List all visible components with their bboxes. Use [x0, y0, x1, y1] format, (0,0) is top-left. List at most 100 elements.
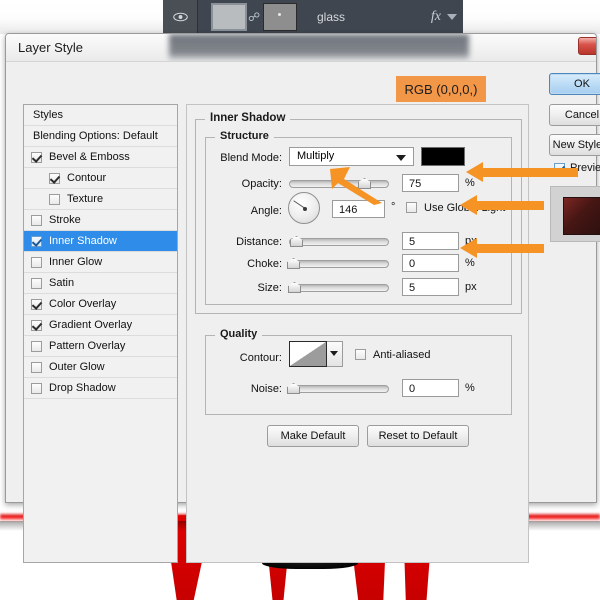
angle-dial[interactable]	[288, 192, 320, 224]
arrow-shaft	[476, 244, 544, 253]
size-label: Size:	[197, 282, 282, 294]
sidebar-item-contour[interactable]: Contour	[24, 168, 177, 189]
styles-list-empty-space	[24, 399, 177, 420]
choke-field[interactable]: 0	[402, 254, 459, 272]
choke-slider[interactable]	[289, 260, 389, 268]
sidebar-item-color-overlay[interactable]: Color Overlay	[24, 294, 177, 315]
checkbox-outer-glow[interactable]	[31, 362, 42, 373]
layer-visibility-toggle[interactable]	[163, 0, 198, 34]
arrow-head	[466, 162, 483, 182]
shadow-color-swatch[interactable]	[421, 147, 465, 166]
sidebar-item-bevel-emboss[interactable]: Bevel & Emboss	[24, 147, 177, 168]
checkbox-stroke[interactable]	[31, 215, 42, 226]
sidebar-item-label: Inner Glow	[49, 256, 102, 268]
quality-group-title: Quality	[215, 328, 262, 340]
canvas-top-right-area	[463, 0, 600, 34]
style-preview-box	[550, 186, 600, 242]
quality-group	[205, 335, 512, 415]
dialog-body: Styles Blending Options: Default Bevel &…	[6, 62, 596, 503]
contour-preset-preview[interactable]	[289, 341, 327, 367]
checkbox-drop-shadow[interactable]	[31, 383, 42, 394]
arrow-shaft	[482, 168, 578, 177]
structure-subgroup-title: Structure	[215, 130, 274, 142]
noise-field[interactable]: 0	[402, 379, 459, 397]
close-icon[interactable]	[578, 37, 596, 55]
make-default-button[interactable]: Make Default	[267, 425, 359, 447]
sidebar-item-satin[interactable]: Satin	[24, 273, 177, 294]
checkbox-pattern-overlay[interactable]	[31, 341, 42, 352]
sidebar-item-stroke[interactable]: Stroke	[24, 210, 177, 231]
rgb-annotation-badge: RGB (0,0,0,)	[396, 76, 486, 102]
layer-thumbnail[interactable]	[211, 3, 247, 31]
screenshot-root: ☍ glass fx Layer Style Styles Blending O…	[0, 0, 600, 600]
anti-aliased-checkbox[interactable]	[355, 349, 366, 360]
reset-to-default-button[interactable]: Reset to Default	[367, 425, 469, 447]
titlebar-reflection	[169, 34, 469, 62]
distance-slider[interactable]	[289, 238, 389, 246]
size-field[interactable]: 5	[402, 278, 459, 296]
blend-mode-label: Blend Mode:	[197, 152, 282, 164]
use-global-light-checkbox[interactable]	[406, 202, 417, 213]
noise-slider[interactable]	[289, 385, 389, 393]
checkbox-inner-glow[interactable]	[31, 257, 42, 268]
sidebar-item-pattern-overlay[interactable]: Pattern Overlay	[24, 336, 177, 357]
checkbox-inner-shadow[interactable]	[31, 236, 42, 247]
sidebar-item-label: Pattern Overlay	[49, 340, 125, 352]
opacity-label: Opacity:	[197, 178, 282, 190]
checkbox-satin[interactable]	[31, 278, 42, 289]
anti-aliased-label: Anti-aliased	[373, 349, 430, 361]
distance-label: Distance:	[197, 236, 282, 248]
sidebar-item-label: Bevel & Emboss	[49, 151, 130, 163]
contour-curve-graphic	[290, 342, 326, 366]
fx-icon[interactable]: fx	[431, 9, 441, 25]
layer-name-label: glass	[317, 10, 345, 24]
sidebar-item-gradient-overlay[interactable]: Gradient Overlay	[24, 315, 177, 336]
dialog-titlebar[interactable]: Layer Style	[6, 34, 596, 62]
sidebar-item-label: Gradient Overlay	[49, 319, 132, 331]
checkbox-gradient-overlay[interactable]	[31, 320, 42, 331]
sidebar-item-texture[interactable]: Texture	[24, 189, 177, 210]
arrow-diagonal-graphic	[330, 165, 396, 205]
arrow-head	[460, 238, 477, 258]
sidebar-item-label: Satin	[49, 277, 74, 289]
sidebar-item-drop-shadow[interactable]: Drop Shadow	[24, 378, 177, 399]
sidebar-item-inner-glow[interactable]: Inner Glow	[24, 252, 177, 273]
noise-unit: %	[465, 382, 475, 394]
choke-label: Choke:	[197, 258, 282, 270]
style-preview-thumbnail	[563, 197, 600, 235]
sidebar-item-label: Color Overlay	[49, 298, 116, 310]
sidebar-item-label: Stroke	[49, 214, 81, 226]
sidebar-item-label: Texture	[67, 193, 103, 205]
new-style-button[interactable]: New Style...	[549, 134, 600, 156]
blend-mode-select[interactable]: Multiply	[289, 147, 414, 166]
cancel-button[interactable]: Cancel	[549, 104, 600, 126]
layer-mask-thumbnail[interactable]	[263, 3, 297, 31]
sidebar-item-inner-shadow[interactable]: Inner Shadow	[24, 231, 177, 252]
styles-list-header[interactable]: Styles	[24, 105, 177, 126]
checkbox-texture[interactable]	[49, 194, 60, 205]
link-icon[interactable]: ☍	[248, 11, 260, 23]
checkbox-contour[interactable]	[49, 173, 60, 184]
distance-field[interactable]: 5	[402, 232, 459, 250]
annotation-arrow-angle	[330, 165, 384, 195]
sidebar-item-outer-glow[interactable]: Outer Glow	[24, 357, 177, 378]
checkbox-color-overlay[interactable]	[31, 299, 42, 310]
contour-dropdown-button[interactable]	[327, 341, 343, 367]
layer-style-dialog: Layer Style Styles Blending Options: Def…	[5, 33, 597, 503]
opacity-field[interactable]: 75	[402, 174, 459, 192]
inner-shadow-group-title: Inner Shadow	[205, 112, 290, 124]
styles-list-panel[interactable]: Styles Blending Options: Default Bevel &…	[23, 104, 178, 563]
sidebar-item-label: Inner Shadow	[49, 235, 117, 247]
size-slider[interactable]	[289, 284, 389, 292]
blending-options-row[interactable]: Blending Options: Default	[24, 126, 177, 147]
layers-panel-row[interactable]: ☍ glass fx	[163, 0, 463, 34]
ok-button[interactable]: OK	[549, 73, 600, 95]
chevron-down-icon	[330, 351, 338, 356]
checkbox-bevel-emboss[interactable]	[31, 152, 42, 163]
angle-label: Angle:	[197, 205, 282, 217]
size-unit: px	[465, 281, 477, 293]
sidebar-item-label: Outer Glow	[49, 361, 105, 373]
blending-options-label: Blending Options: Default	[33, 130, 158, 142]
visibility-eye-icon	[173, 12, 188, 22]
chevron-down-icon[interactable]	[447, 14, 457, 20]
